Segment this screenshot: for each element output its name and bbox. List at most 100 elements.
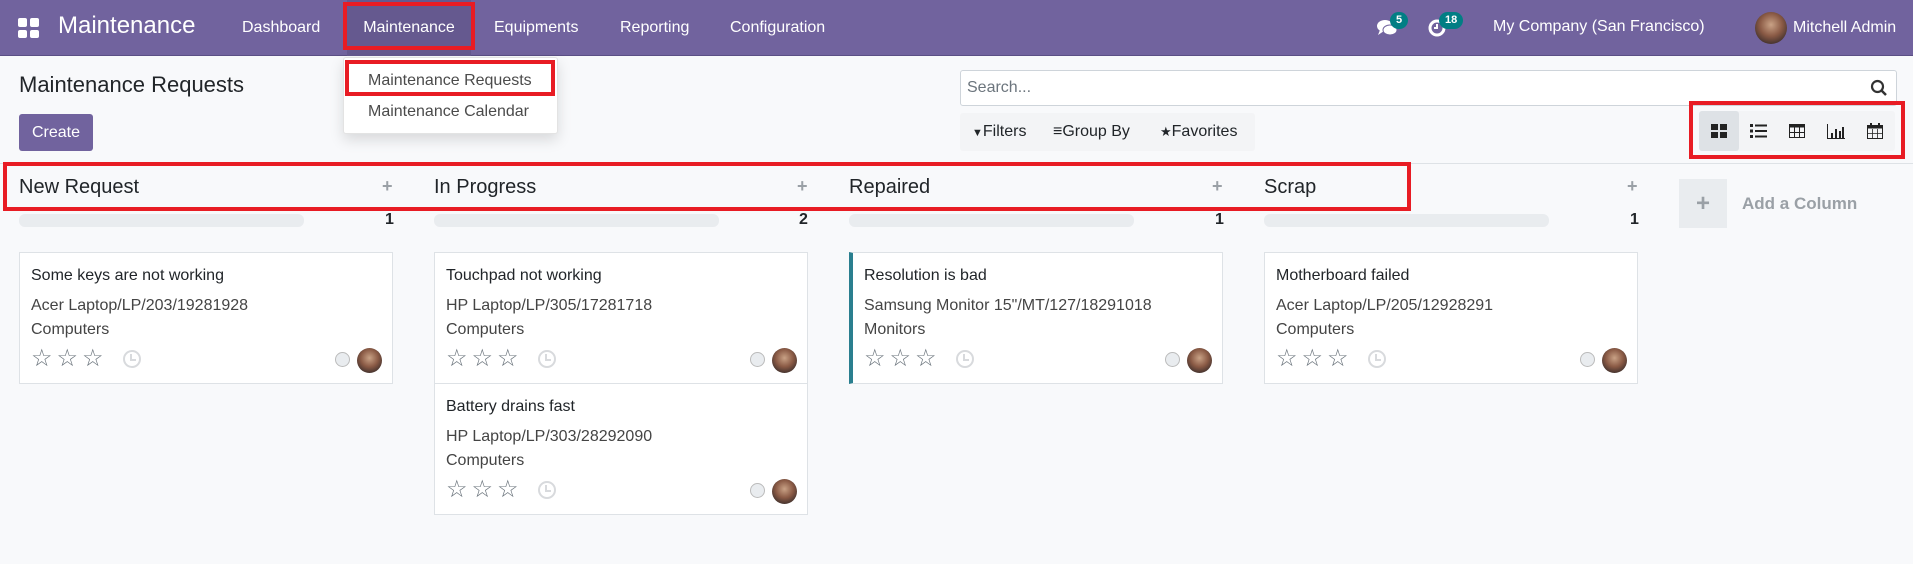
quick-create-plus-icon[interactable]: + [382,176,393,197]
column-count: 2 [799,211,808,228]
activity-clock-icon[interactable] [538,481,556,499]
star-icon[interactable]: ☆ [446,347,468,371]
activities-badge: 18 [1439,12,1464,29]
priority-stars[interactable]: ☆ ☆ ☆ [1276,347,1349,371]
activity-clock-icon[interactable] [123,350,141,368]
quick-create-plus-icon[interactable]: + [1627,176,1638,197]
star-icon[interactable]: ☆ [1302,347,1324,371]
column-progress-bar [849,214,1134,227]
priority-stars[interactable]: ☆ ☆ ☆ [446,478,519,502]
filters-button[interactable]: ▼Filters [972,123,1026,141]
kanban-state-dot[interactable] [335,352,350,367]
favorites-button[interactable]: ★Favorites [1160,123,1237,141]
menu-maintenance[interactable]: Maintenance [347,0,471,56]
star-icon[interactable]: ☆ [472,347,494,371]
add-column-button[interactable]: Add a Column [1742,194,1857,214]
column-progress-bar [1264,214,1549,227]
column-count: 1 [385,211,394,228]
priority-stars[interactable]: ☆ ☆ ☆ [446,347,519,371]
priority-stars[interactable]: ☆ ☆ ☆ [31,347,104,371]
kanban-card[interactable]: Touchpad not working HP Laptop/LP/305/17… [434,252,808,384]
kanban-card[interactable]: Battery drains fast HP Laptop/LP/303/282… [434,383,808,515]
assignee-avatar [1187,348,1212,373]
column-progress-bar [19,214,304,227]
star-icon[interactable]: ☆ [57,347,79,371]
dropdown-item-maintenance-requests[interactable]: Maintenance Requests [368,72,532,90]
bar-chart-icon [1827,123,1845,139]
group-by-button[interactable]: ≡Group By [1053,123,1130,141]
star-icon[interactable]: ☆ [31,347,53,371]
view-switcher [1699,111,1895,151]
star-icon[interactable]: ☆ [446,478,468,502]
kanban-state-dot[interactable] [1165,352,1180,367]
apps-menu-icon[interactable] [18,18,39,38]
card-category: Computers [446,452,525,469]
card-title: Motherboard failed [1276,267,1410,284]
menu-configuration[interactable]: Configuration [716,0,839,56]
kanban-card[interactable]: Motherboard failed Acer Laptop/LP/205/12… [1264,252,1638,384]
column-progress-bar [434,214,719,227]
kanban-state-dot[interactable] [1580,352,1595,367]
menu-dashboard[interactable]: Dashboard [228,0,334,56]
card-equipment: HP Laptop/LP/303/28292090 [446,428,653,445]
menu-equipments[interactable]: Equipments [480,0,593,56]
user-name: Mitchell Admin [1793,19,1897,36]
kanban-icon [1711,124,1727,138]
star-icon[interactable]: ☆ [497,347,519,371]
activities-button[interactable]: 18 [1427,12,1464,38]
star-icon[interactable]: ☆ [1327,347,1349,371]
list-icon [1749,124,1767,138]
star-icon[interactable]: ☆ [497,478,519,502]
page-title: Maintenance Requests [19,72,245,97]
user-avatar [1755,12,1787,44]
dropdown-item-maintenance-calendar[interactable]: Maintenance Calendar [368,103,529,121]
star-icon[interactable]: ☆ [472,478,494,502]
quick-create-plus-icon[interactable]: + [1212,176,1223,197]
kanban-view-button[interactable] [1699,111,1739,151]
column-title[interactable]: Repaired [849,176,930,199]
card-category: Computers [31,321,110,338]
star-icon[interactable]: ☆ [890,347,912,371]
pivot-view-button[interactable] [1777,111,1817,151]
assignee-avatar [1602,348,1627,373]
card-equipment: Samsung Monitor 15"/MT/127/18291018 [864,297,1152,314]
kanban-state-dot[interactable] [750,352,765,367]
star-icon[interactable]: ☆ [864,347,886,371]
messages-badge: 5 [1390,12,1409,29]
activity-clock-icon[interactable] [956,350,974,368]
assignee-avatar [772,479,797,504]
bars-icon: ≡ [1053,123,1063,140]
create-button[interactable]: Create [19,114,93,151]
list-view-button[interactable] [1738,111,1778,151]
assignee-avatar [357,348,382,373]
star-icon: ★ [1160,124,1172,139]
add-column-plus-icon[interactable]: + [1679,179,1727,228]
star-icon[interactable]: ☆ [82,347,104,371]
quick-create-plus-icon[interactable]: + [797,176,808,197]
menu-reporting[interactable]: Reporting [606,0,703,56]
priority-stars[interactable]: ☆ ☆ ☆ [864,347,937,371]
column-title[interactable]: New Request [19,176,139,199]
search-options: ▼Filters ≡Group By ★Favorites [960,113,1255,151]
star-icon[interactable]: ☆ [1276,347,1298,371]
messages-button[interactable]: 5 [1376,12,1409,38]
kanban-card[interactable]: Resolution is bad Samsung Monitor 15"/MT… [849,252,1223,384]
activity-clock-icon[interactable] [1368,350,1386,368]
calendar-view-button[interactable] [1855,111,1895,151]
top-navbar: Maintenance Dashboard Maintenance Equipm… [0,0,1913,56]
column-count: 1 [1630,211,1639,228]
company-switcher[interactable]: My Company (San Francisco) [1493,18,1705,36]
graph-view-button[interactable] [1816,111,1856,151]
kanban-state-dot[interactable] [750,483,765,498]
search-input[interactable] [961,71,1841,105]
activity-clock-icon[interactable] [538,350,556,368]
column-title[interactable]: In Progress [434,176,536,199]
star-icon[interactable]: ☆ [915,347,937,371]
user-menu[interactable]: Mitchell Admin [1755,12,1896,44]
card-equipment: Acer Laptop/LP/205/12928291 [1276,297,1494,314]
column-title[interactable]: Scrap [1264,176,1316,199]
app-name[interactable]: Maintenance [58,12,195,40]
kanban-card[interactable]: Some keys are not working Acer Laptop/LP… [19,252,393,384]
card-title: Battery drains fast [446,398,575,415]
search-icon[interactable] [1870,79,1888,97]
